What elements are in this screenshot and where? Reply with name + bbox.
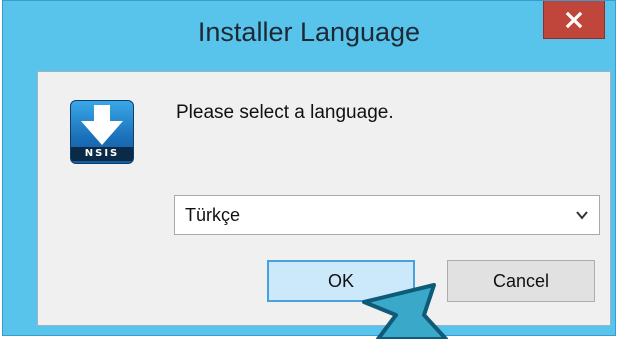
close-button[interactable] (543, 1, 605, 39)
cancel-button[interactable]: Cancel (447, 260, 595, 302)
mouse-pointer-icon (362, 283, 448, 339)
dialog-body: NSIS Please select a language. Türkçe OK… (37, 71, 611, 326)
window-title: Installer Language (197, 17, 421, 47)
nsis-logo-icon: NSIS (70, 100, 134, 164)
language-select-value: Türkçe (185, 205, 241, 225)
language-select[interactable]: Türkçe (174, 195, 600, 235)
cancel-button-label: Cancel (492, 270, 550, 291)
title-bar[interactable]: Installer Language (3, 1, 615, 71)
download-arrow-icon (81, 105, 123, 145)
nsis-logo-text: NSIS (71, 147, 133, 161)
chevron-down-icon (576, 211, 588, 220)
prompt-text: Please select a language. (176, 102, 394, 123)
installer-language-window: Installer Language NSIS Please select a … (2, 0, 616, 336)
close-icon (565, 11, 583, 28)
